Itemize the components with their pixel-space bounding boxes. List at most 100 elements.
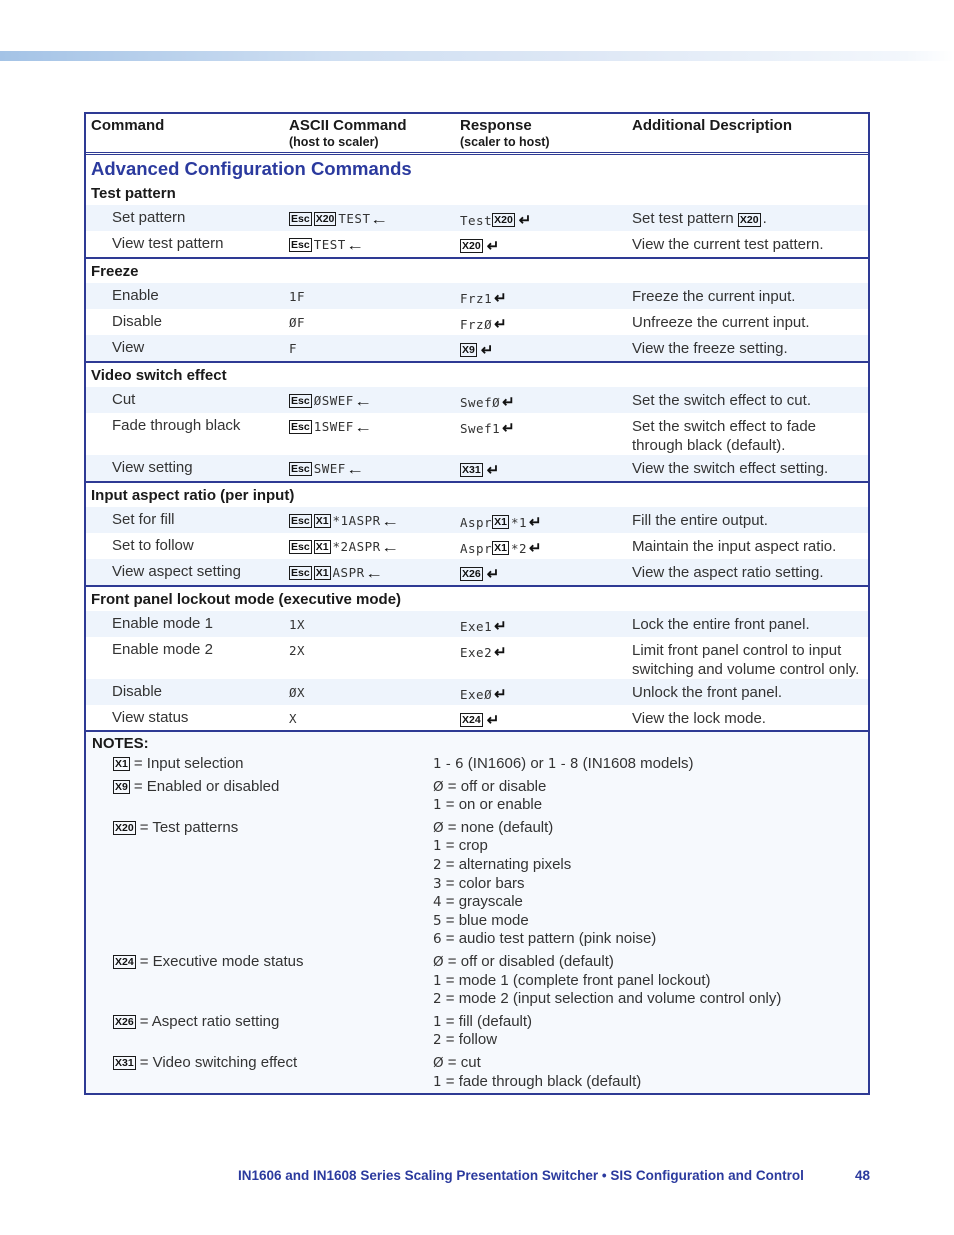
note-values: 1 - 6 (IN1606) or 1 - 8 (IN1608 models) xyxy=(433,755,868,774)
arrow-left-icon: ← xyxy=(345,460,364,477)
variable-box-x26: X26 xyxy=(113,1014,136,1029)
description-text: Unfreeze the current input. xyxy=(632,314,810,331)
command-name: Enable xyxy=(112,287,159,304)
note-value-line: 1 = mode 1 (complete front panel lockout… xyxy=(433,972,868,991)
command-name: View aspect setting xyxy=(112,563,241,580)
additional-description: Maintain the input aspect ratio. xyxy=(632,537,868,559)
variable-box-x1: X1 xyxy=(492,515,509,529)
note-variable: X9 = Enabled or disabled xyxy=(86,778,433,815)
ascii-command: 2X xyxy=(289,641,460,660)
header-gradient-band xyxy=(0,51,954,61)
table-row: Set for fill Esc X1 *1ASPR ← Aspr X1 *1 ↵ Fill th… xyxy=(86,507,868,533)
header-ascii-sub: (host to scaler) xyxy=(289,135,379,149)
additional-description: Limit front panel control to input switc… xyxy=(632,641,868,679)
arrow-left-icon: ← xyxy=(345,236,364,253)
command-name: Disable xyxy=(112,683,163,700)
command-group: Freeze Enable 1F Frz1 ↵ Freeze the current in… xyxy=(86,259,868,363)
command-text: X xyxy=(289,711,298,726)
command-groups: Test pattern Set pattern Esc X20 TEST ← Test X2… xyxy=(86,181,868,731)
ascii-command: 1F xyxy=(289,287,460,306)
group-title: Test pattern xyxy=(91,185,176,202)
note-variable: X20 = Test patterns xyxy=(86,819,433,949)
value-text: = off or disable xyxy=(443,777,547,795)
variable-box-x9: X9 xyxy=(113,779,130,794)
ascii-command: ØF xyxy=(289,313,460,332)
note-label: = Video switching effect xyxy=(139,1053,298,1071)
return-icon: ↵ xyxy=(494,644,507,661)
command-name: View status xyxy=(112,709,189,726)
variable-box-x31: X31 xyxy=(460,463,483,477)
return-icon: ↵ xyxy=(494,316,507,333)
description-text: Maintain the input aspect ratio. xyxy=(632,538,837,555)
value-number: 1 - 8 xyxy=(547,756,579,772)
description-text: Set the switch effect to fade through bl… xyxy=(632,418,816,454)
value-text: = fade through black (default) xyxy=(441,1072,642,1090)
variable-box-esc: Esc xyxy=(289,211,312,226)
notes-title: NOTES: xyxy=(92,735,149,752)
note-item: X9 = Enabled or disabled Ø = off or disabl… xyxy=(86,778,868,815)
table-row: View aspect setting Esc X1 ASPR ← X26 ↵ View th… xyxy=(86,559,868,585)
notes-panel: NOTES: X1 = Input selection 1 - 6 (IN1606)… xyxy=(84,730,870,1095)
note-value-line: 4 = grayscale xyxy=(433,893,868,912)
value-text: = on or enable xyxy=(441,796,543,814)
table-row: Enable mode 2 2X Exe2 ↵ Limit front panel co… xyxy=(86,637,868,679)
command-text: TEST xyxy=(338,211,371,226)
note-label: = Input selection xyxy=(133,755,244,772)
value-number: 1 xyxy=(433,1073,442,1090)
command-text: ASPR xyxy=(332,565,365,580)
table-row: Enable mode 1 1X Exe1 ↵ Lock the entire fron… xyxy=(86,611,868,637)
description-text: View the switch effect setting. xyxy=(632,460,829,477)
table-row: Set pattern Esc X20 TEST ← Test X20 ↵ Set test p… xyxy=(86,205,868,231)
header-description: Additional Description xyxy=(632,117,793,134)
note-value-line: 5 = blue mode xyxy=(433,912,868,931)
table-header: Command ASCII Command (host to scaler) R… xyxy=(86,114,868,155)
command-group: Input aspect ratio (per input) Set for fi… xyxy=(86,483,868,587)
header-ascii: ASCII Command (host to scaler) xyxy=(289,118,460,152)
ascii-command: 1X xyxy=(289,615,460,634)
value-text: = blue mode xyxy=(441,911,529,929)
command-text: *2ASPR xyxy=(332,539,381,554)
variable-box-esc: Esc xyxy=(289,461,312,476)
variable-box-x20: X20 xyxy=(313,211,337,226)
value-number: 6 xyxy=(433,931,442,948)
note-values: Ø = off or disable 1 = on or enable xyxy=(433,778,868,815)
response: X9 ↵ xyxy=(460,339,632,359)
command-text: Exe1 xyxy=(460,618,493,634)
note-values: Ø = off or disabled (default) 1 = mode 1 … xyxy=(433,953,868,1009)
ascii-command: ØX xyxy=(289,683,460,702)
ascii-command: Esc X1 *2ASPR ← xyxy=(289,537,460,556)
ascii-command: Esc X20 TEST ← xyxy=(289,209,460,228)
arrow-left-icon: ← xyxy=(380,538,399,555)
ascii-command: Esc TEST ← xyxy=(289,235,460,254)
note-value-line: 3 = color bars xyxy=(433,875,868,894)
command-table: Command ASCII Command (host to scaler) R… xyxy=(84,112,870,733)
note-value-line: 1 = fill (default) xyxy=(433,1013,868,1032)
description-text: View the aspect ratio setting. xyxy=(632,564,824,581)
command-text: Exe2 xyxy=(460,644,493,660)
return-icon: ↵ xyxy=(486,566,500,583)
value-text: = cut xyxy=(443,1053,481,1071)
variable-box-x1: X1 xyxy=(313,565,331,580)
table-row: Enable 1F Frz1 ↵ Freeze the current input. xyxy=(86,283,868,309)
note-value-line: 1 - 6 (IN1606) or 1 - 8 (IN1608 models) xyxy=(433,755,868,774)
command-text: ØSWEF xyxy=(313,393,354,408)
command-name: Set pattern xyxy=(112,209,186,226)
description-text: View the lock mode. xyxy=(632,710,766,727)
additional-description: View the lock mode. xyxy=(632,709,868,731)
response: Swef1 ↵ xyxy=(460,417,632,437)
value-number: 2 xyxy=(433,856,442,873)
command-text: 1X xyxy=(289,617,306,632)
response: X20 ↵ xyxy=(460,235,632,255)
return-icon: ↵ xyxy=(518,212,532,229)
ascii-command: Esc X1 *1ASPR ← xyxy=(289,511,460,530)
table-row: View setting Esc SWEF ← X31 ↵ View the switch … xyxy=(86,455,868,481)
note-value-line: 6 = audio test pattern (pink noise) xyxy=(433,930,868,949)
command-text: F xyxy=(289,341,298,356)
note-value-line: Ø = cut xyxy=(433,1054,868,1073)
note-values: Ø = none (default) 1 = crop 2 = alternatin… xyxy=(433,819,868,949)
note-item: X31 = Video switching effect Ø = cut 1 = fa… xyxy=(86,1054,868,1091)
response: Aspr X1 *1 ↵ xyxy=(460,511,632,531)
variable-box-esc: Esc xyxy=(289,565,312,580)
note-label: = Test patterns xyxy=(139,818,239,836)
command-text: FrzØ xyxy=(460,316,493,332)
